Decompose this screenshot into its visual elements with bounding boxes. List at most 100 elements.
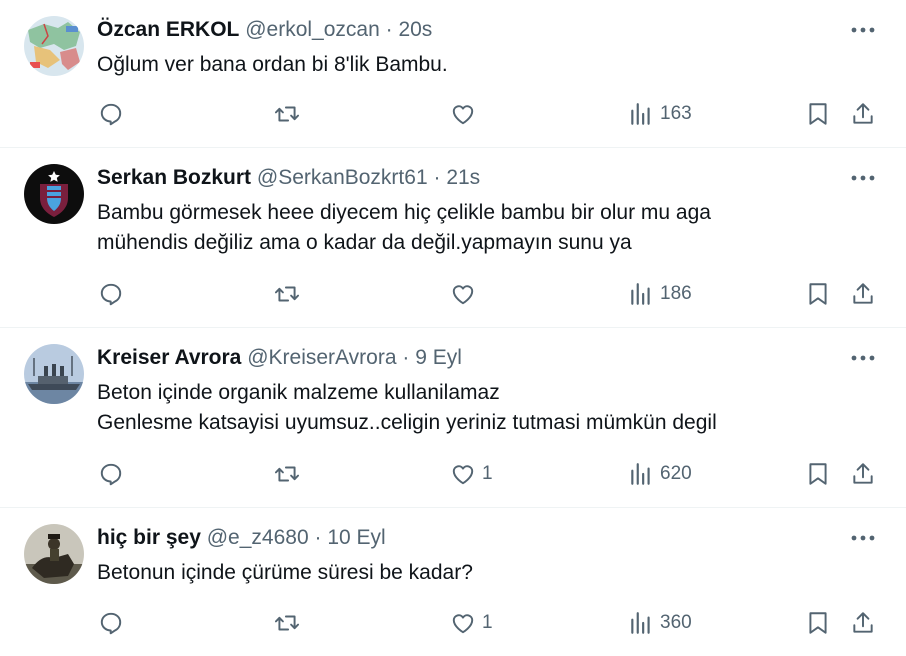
bookmark-icon — [809, 463, 827, 485]
reply-button[interactable] — [98, 99, 124, 129]
bookmark-button[interactable] — [805, 608, 831, 638]
trabzonspor-crest-avatar[interactable] — [24, 164, 84, 224]
like-button[interactable] — [450, 279, 482, 309]
retweet-icon — [274, 466, 300, 482]
reply-icon — [100, 103, 122, 126]
share-button[interactable] — [850, 459, 876, 489]
like-button[interactable] — [450, 99, 482, 129]
author-name[interactable]: Kreiser Avrora — [97, 346, 241, 369]
reply-button[interactable] — [98, 279, 124, 309]
reply-button[interactable] — [98, 608, 124, 638]
tweet-text-line: Oğlum ver bana ordan bi 8'lik Bambu. — [97, 53, 448, 76]
tweet-header: Kreiser Avrora @KreiserAvrora · 9 Eyl — [97, 342, 462, 374]
reply-icon — [100, 283, 122, 306]
like-count: 1 — [482, 463, 493, 484]
tweet-header: Serkan Bozkurt @SerkanBozkrt61 · 21s — [97, 162, 480, 194]
views-button[interactable]: 620 — [628, 459, 692, 489]
share-icon — [853, 612, 873, 633]
like-count: 1 — [482, 612, 493, 633]
bookmark-icon — [809, 103, 827, 125]
tweet-text: Beton içinde organik malzeme kullanilama… — [97, 378, 866, 438]
share-icon — [853, 463, 873, 484]
tweet-header: Özcan ERKOL @erkol_ozcan · 20s — [97, 14, 432, 46]
tweet[interactable]: Serkan Bozkurt @SerkanBozkrt61 · 21s Bam… — [0, 148, 906, 328]
more-options-icon[interactable] — [850, 348, 876, 368]
bookmark-button[interactable] — [805, 99, 831, 129]
heart-icon — [452, 285, 474, 305]
view-count: 163 — [660, 103, 692, 124]
views-button[interactable]: 186 — [628, 279, 692, 309]
tweet-text: Bambu görmesek heee diyecem hiç çelikle … — [97, 198, 866, 258]
heart-icon — [452, 105, 474, 125]
bookmark-icon — [809, 283, 827, 305]
author-handle[interactable]: @e_z4680 — [207, 526, 309, 549]
views-icon — [631, 463, 650, 485]
timestamp[interactable]: 9 Eyl — [415, 346, 462, 369]
tweet[interactable]: Özcan ERKOL @erkol_ozcan · 20s Oğlum ver… — [0, 0, 906, 148]
separator-dot: · — [385, 18, 393, 41]
author-handle[interactable]: @SerkanBozkrt61 — [257, 166, 428, 189]
tweet-text-line: mühendis değiliz ama o kadar da değil.ya… — [97, 231, 632, 254]
author-handle[interactable]: @KreiserAvrora — [247, 346, 396, 369]
view-count: 186 — [660, 283, 692, 304]
more-options-icon[interactable] — [850, 20, 876, 40]
timestamp[interactable]: 10 Eyl — [327, 526, 385, 549]
author-name[interactable]: Özcan ERKOL — [97, 18, 239, 41]
share-button[interactable] — [850, 99, 876, 129]
bookmark-button[interactable] — [805, 459, 831, 489]
share-icon — [853, 103, 873, 124]
share-icon — [853, 283, 873, 304]
separator-dot: · — [433, 166, 441, 189]
views-icon — [631, 612, 650, 634]
heart-icon — [452, 614, 474, 634]
more-options-icon[interactable] — [850, 528, 876, 548]
soldier-horse-avatar[interactable] — [24, 524, 84, 584]
more-options-icon[interactable] — [850, 168, 876, 188]
timestamp[interactable]: 21s — [446, 166, 480, 189]
author-handle[interactable]: @erkol_ozcan — [245, 18, 380, 41]
retweet-icon — [274, 286, 300, 302]
tweet-text-line: Bambu görmesek heee diyecem hiç çelikle … — [97, 201, 711, 224]
view-count: 620 — [660, 463, 692, 484]
tweet[interactable]: hiç bir şey @e_z4680 · 10 Eyl Betonun iç… — [0, 508, 906, 656]
tweet-text: Betonun içinde çürüme süresi be kadar? — [97, 558, 866, 588]
tweet-actions: 1 620 — [0, 459, 906, 489]
tweet-actions: 163 — [0, 99, 906, 129]
views-icon — [631, 283, 650, 305]
reply-button[interactable] — [98, 459, 124, 489]
tweet[interactable]: Kreiser Avrora @KreiserAvrora · 9 Eyl Be… — [0, 328, 906, 508]
retweet-button[interactable] — [274, 279, 300, 309]
tweet-text-line: Genlesme katsayisi uyumsuz..celigin yeri… — [97, 411, 717, 434]
retweet-icon — [274, 106, 300, 122]
views-button[interactable]: 360 — [628, 608, 692, 638]
views-button[interactable]: 163 — [628, 99, 692, 129]
heart-icon — [452, 465, 474, 485]
tweet-actions: 186 — [0, 279, 906, 309]
retweet-icon — [274, 615, 300, 631]
author-name[interactable]: Serkan Bozkurt — [97, 166, 251, 189]
retweet-button[interactable] — [274, 608, 300, 638]
tweet-header: hiç bir şey @e_z4680 · 10 Eyl — [97, 522, 386, 554]
views-icon — [631, 103, 650, 125]
reply-feed: Özcan ERKOL @erkol_ozcan · 20s Oğlum ver… — [0, 0, 906, 656]
separator-dot: · — [402, 346, 410, 369]
author-name[interactable]: hiç bir şey — [97, 526, 201, 549]
tweet-text: Oğlum ver bana ordan bi 8'lik Bambu. — [97, 50, 866, 80]
retweet-button[interactable] — [274, 99, 300, 129]
retweet-button[interactable] — [274, 459, 300, 489]
reply-icon — [100, 612, 122, 635]
tweet-text-line: Betonun içinde çürüme süresi be kadar? — [97, 561, 473, 584]
separator-dot: · — [314, 526, 322, 549]
tweet-actions: 1 360 — [0, 608, 906, 638]
tweet-text-line: Beton içinde organik malzeme kullanilama… — [97, 381, 500, 404]
like-button[interactable]: 1 — [450, 608, 493, 638]
timestamp[interactable]: 20s — [398, 18, 432, 41]
share-button[interactable] — [850, 279, 876, 309]
bookmark-button[interactable] — [805, 279, 831, 309]
map-avatar[interactable] — [24, 16, 84, 76]
reply-icon — [100, 463, 122, 486]
view-count: 360 — [660, 612, 692, 633]
cruiser-ship-avatar[interactable] — [24, 344, 84, 404]
share-button[interactable] — [850, 608, 876, 638]
like-button[interactable]: 1 — [450, 459, 493, 489]
